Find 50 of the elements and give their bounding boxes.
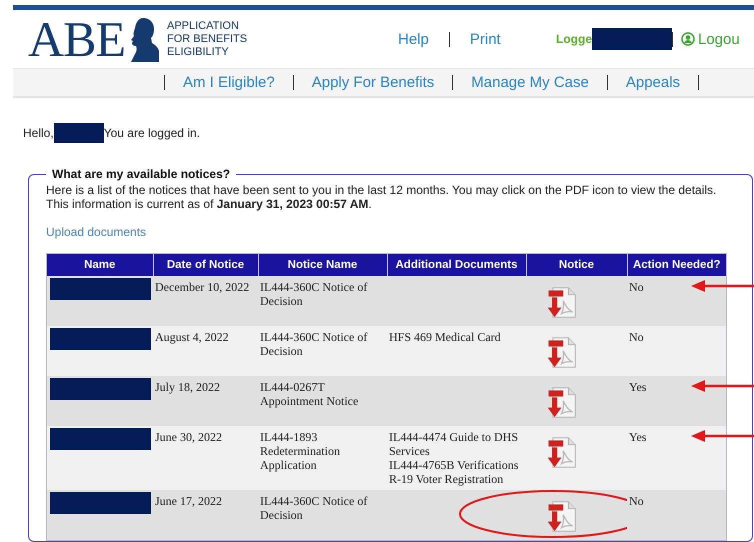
- logo-tagline: APPLICATION: [167, 20, 240, 32]
- pdf-icon[interactable]: [546, 436, 577, 469]
- logged-in-label: Logge: [556, 32, 592, 46]
- table-cell: IL444-1893 Redetermination Application: [258, 426, 387, 490]
- nav-link[interactable]: Apply For Benefits: [302, 74, 444, 91]
- table-cell: No: [629, 494, 644, 508]
- table-cell: August 4, 2022: [153, 326, 258, 376]
- table-cell: Yes: [629, 380, 646, 394]
- panel-title: What are my available notices?: [51, 167, 232, 181]
- table-cell: July 18, 2022: [153, 376, 258, 426]
- table-cell-text: IL444-4765B Verifications: [389, 458, 520, 472]
- column-header: Name: [46, 254, 153, 276]
- table-cell: No: [629, 280, 644, 294]
- pdf-icon[interactable]: [546, 500, 577, 533]
- table-cell: June 30, 2022: [153, 426, 258, 490]
- logout-link[interactable]: Logou: [681, 30, 740, 48]
- table-cell-text: IL444-4474 Guide to DHS Services: [389, 430, 519, 458]
- redaction-bar: [54, 123, 104, 143]
- column-header: Notice Name: [258, 254, 387, 276]
- nav-link[interactable]: Manage My Case: [462, 74, 598, 91]
- nav-link[interactable]: Am I Eligible?: [174, 74, 284, 91]
- logo-tagline: ELIGIBILITY: [167, 46, 230, 58]
- column-header: Notice: [526, 254, 627, 276]
- table-cell: December 10, 2022: [153, 276, 258, 326]
- silhouette-icon: [129, 16, 159, 64]
- table-cell: No: [629, 330, 644, 344]
- upload-link[interactable]: Upload documents: [46, 225, 146, 239]
- table-cell: IL444-360C Notice of Decision: [258, 276, 387, 326]
- table-cell: Yes: [629, 430, 646, 444]
- table-cell: IL444-360C Notice of Decision: [258, 490, 387, 540]
- pdf-icon[interactable]: [546, 386, 577, 419]
- logo-tagline: FOR BENEFITS: [167, 32, 248, 46]
- table-cell: IL444-360C Notice of Decision: [258, 326, 387, 376]
- header-link[interactable]: Help: [398, 30, 429, 48]
- table-cell-text: HFS 469 Medical Card: [389, 330, 502, 344]
- column-header: Additional Documents: [387, 254, 526, 276]
- table-cell: IL444-0267T Appointment Notice: [258, 376, 387, 426]
- logo-wordmark: ABE: [28, 14, 125, 64]
- user-icon: [681, 32, 695, 46]
- pdf-icon[interactable]: [546, 336, 577, 369]
- column-header: Action Needed?: [627, 254, 726, 276]
- greeting-text: Hello,: [23, 126, 54, 140]
- pdf-icon[interactable]: [546, 286, 577, 319]
- column-header: Date of Notice: [153, 254, 258, 276]
- greeting-text: You are logged in.: [104, 126, 200, 140]
- intro-text: Here is a list of the notices that have been sent to you in the last 12 months. You may click on the PDF icon to view the details. This information is current as of January 31, 2023 00:57 AM.: [46, 183, 718, 211]
- table-cell-text: R-19 Voter Registration: [389, 472, 504, 486]
- header-link[interactable]: Print: [470, 30, 501, 48]
- nav-link[interactable]: Appeals: [616, 74, 690, 91]
- table-cell: June 17, 2022: [153, 490, 258, 540]
